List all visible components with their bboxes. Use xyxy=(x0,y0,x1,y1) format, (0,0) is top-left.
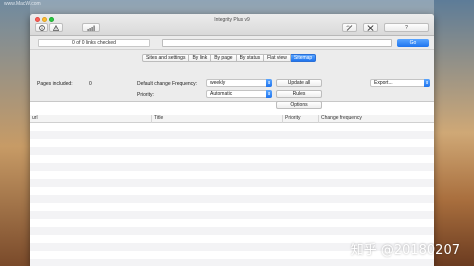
priority-value: Automatic xyxy=(210,91,233,97)
help-button[interactable]: ? xyxy=(384,23,429,32)
desktop-background-right xyxy=(434,0,474,266)
go-button[interactable]: Go xyxy=(397,39,429,47)
site-watermark: www.MacW.com xyxy=(4,1,41,7)
tab-sites-and-settings[interactable]: Sites and settings xyxy=(142,54,190,62)
tab-by-page[interactable]: By page xyxy=(211,54,237,62)
column-header-change-frequency[interactable]: Change frequency xyxy=(318,115,434,123)
export-select[interactable]: Export... ⬍ xyxy=(370,79,430,87)
change-frequency-label: Default change Frequency: xyxy=(137,81,198,87)
change-frequency-select[interactable]: weekly ⬍ xyxy=(206,79,272,87)
help-label: ? xyxy=(405,24,408,31)
app-window: Integrity Plus v9 ? 0 of 0 links checked… xyxy=(30,14,434,266)
info-icon xyxy=(38,24,45,31)
view-tabs: Sites and settings By link By page By st… xyxy=(142,54,317,62)
tab-sitemap[interactable]: Sitemap xyxy=(290,54,317,62)
wand-button[interactable] xyxy=(342,23,357,32)
column-header-url[interactable]: url xyxy=(30,115,151,123)
column-header-priority[interactable]: Priority xyxy=(282,115,318,123)
wand-icon xyxy=(345,24,352,31)
chevron-down-icon: ⬍ xyxy=(424,79,430,87)
rules-button[interactable]: Rules xyxy=(276,90,322,98)
signal-button[interactable] xyxy=(82,23,100,32)
url-input[interactable] xyxy=(162,39,392,47)
desktop-background-left xyxy=(0,0,30,266)
watermark-text: 知乎 @20180207 xyxy=(350,243,460,258)
main-toolbar: 0 of 0 links checked Go xyxy=(30,36,434,50)
table-header: url Title Priority Change frequency xyxy=(30,115,434,123)
info-button[interactable] xyxy=(35,23,48,32)
change-frequency-value: weekly xyxy=(210,80,226,86)
export-value: Export... xyxy=(374,80,393,86)
priority-label: Priority: xyxy=(137,92,154,98)
alert-button[interactable] xyxy=(49,23,63,32)
links-checked-status: 0 of 0 links checked xyxy=(38,39,150,47)
tab-by-link[interactable]: By link xyxy=(189,54,212,62)
sitemap-panel: Sites and settings By link By page By st… xyxy=(30,50,434,102)
pages-included-label: Pages included: xyxy=(37,81,73,87)
priority-select[interactable]: Automatic ⬍ xyxy=(206,90,272,98)
alert-icon xyxy=(53,24,59,31)
update-all-button[interactable]: Update all xyxy=(276,79,322,87)
chevron-down-icon: ⬍ xyxy=(266,90,272,98)
tab-by-status[interactable]: By status xyxy=(236,54,265,62)
title-bar: Integrity Plus v9 ? xyxy=(30,14,434,36)
options-button[interactable]: Options xyxy=(276,101,322,109)
chevron-down-icon: ⬍ xyxy=(266,79,272,87)
pages-included-value: 0 xyxy=(89,81,92,87)
column-header-title[interactable]: Title xyxy=(151,115,282,123)
tools-icon xyxy=(367,24,374,31)
tools-button[interactable] xyxy=(363,23,378,32)
tab-flat-view[interactable]: Flat view xyxy=(264,54,291,62)
signal-icon xyxy=(87,25,95,31)
